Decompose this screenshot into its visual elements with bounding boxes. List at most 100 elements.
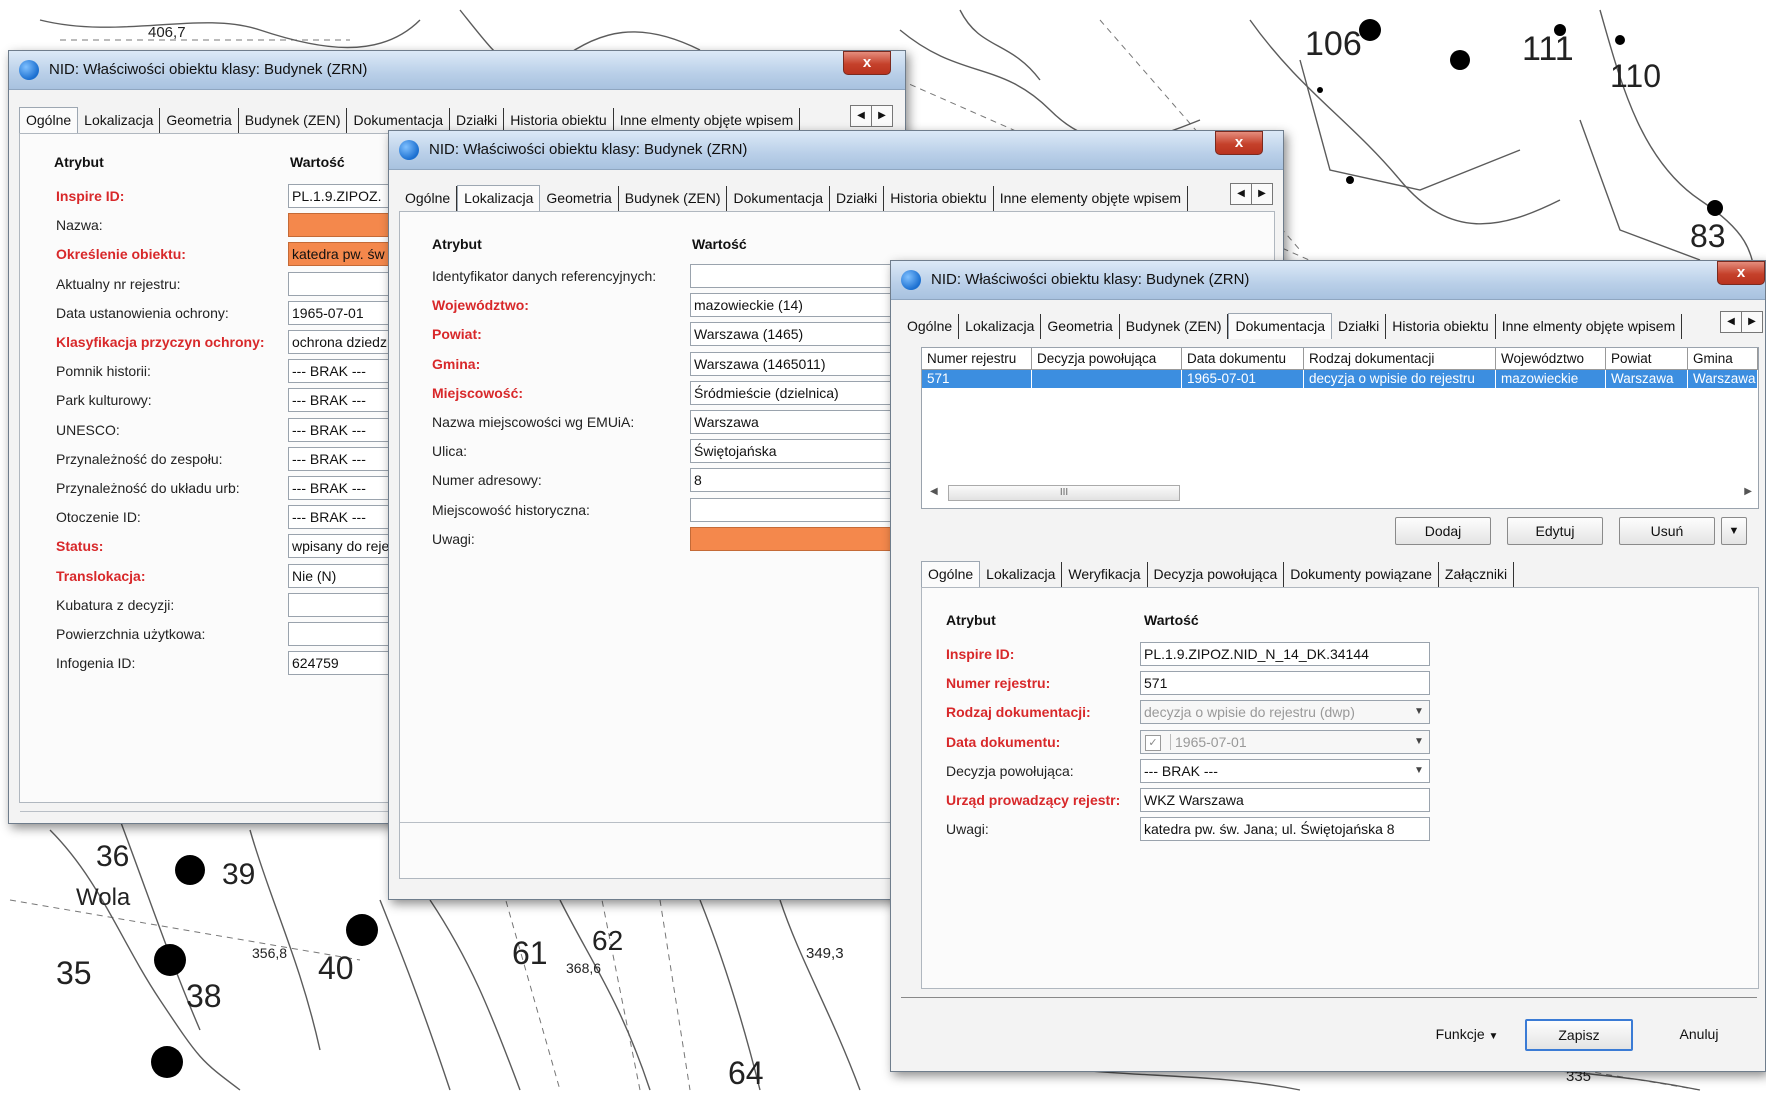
table-row[interactable]: 571 1965-07-01 decyzja o wpisie do rejes… (922, 370, 1758, 388)
column-header[interactable]: Gmina (1688, 348, 1758, 370)
field-value: katedra pw. św. Jana; ul. Świętojańska 8 (1144, 821, 1395, 838)
cancel-button[interactable]: Anuluj (1651, 1021, 1747, 1049)
scroll-right-icon[interactable]: ▶ (1744, 486, 1752, 497)
app-icon (901, 270, 921, 290)
attribute-value-field[interactable]: decyzja o wpisie do rejestru (dwp) ▼ (1140, 700, 1430, 725)
attribute-label: Określenie obiektu: (56, 246, 186, 263)
attribute-value-field[interactable]: ✓ 1965-07-01 ▼ (1140, 729, 1430, 754)
map-label: 110 (1610, 58, 1662, 94)
tab-scroll-right-icon[interactable]: ▶ (1251, 183, 1273, 205)
attribute-value-field[interactable]: --- BRAK --- ▼ (1140, 758, 1430, 783)
tab-parcels[interactable]: Działki (830, 186, 885, 211)
tab-history[interactable]: Historia obiektu (884, 186, 994, 211)
tab-geometry[interactable]: Geometria (1041, 314, 1120, 339)
chevron-down-icon[interactable]: ▼ (1411, 703, 1427, 721)
tab-scroll-right-icon[interactable]: ▶ (1741, 311, 1763, 333)
tab-general[interactable]: Ogólne (901, 314, 960, 339)
field-value: PL.1.9.ZIPOZ. (292, 188, 382, 204)
tab-scroll-right-icon[interactable]: ▶ (871, 105, 893, 127)
chevron-down-icon[interactable]: ▼ (1411, 762, 1427, 780)
column-header[interactable]: Powiat (1606, 348, 1688, 370)
scroll-thumb[interactable]: III (948, 485, 1180, 501)
subtab-general[interactable]: Ogólne (921, 561, 981, 587)
subtab-location[interactable]: Lokalizacja (980, 562, 1063, 587)
attribute-label: Przynależność do układu urb: (56, 480, 240, 496)
attribute-label: Otoczenie ID: (56, 509, 141, 526)
tab-building-zen[interactable]: Budynek (ZEN) (1120, 314, 1229, 339)
map-label: 64 (728, 1055, 764, 1091)
date-checkbox[interactable]: ✓ (1145, 734, 1161, 751)
scroll-left-icon[interactable]: ◀ (930, 486, 938, 497)
field-value: --- BRAK --- (292, 421, 366, 438)
tab-scroll-left-icon[interactable]: ◀ (850, 105, 872, 127)
attribute-label: Rodzaj dokumentacji: (946, 704, 1091, 721)
tab-general[interactable]: Ogólne (19, 107, 79, 133)
attribute-label: Miejscowość: (432, 384, 524, 401)
attribute-value-field[interactable]: PL.1.9.ZIPOZ.NID_N_14_DK.34144 (1140, 642, 1430, 666)
tab-other-elements[interactable]: Inne elementy objęte wpisem (994, 186, 1189, 211)
attribute-label: Aktualny nr rejestru: (56, 275, 181, 292)
subtab-founding-decision[interactable]: Decyzja powołująca (1148, 562, 1285, 587)
attribute-label: Decyzja powołująca: (946, 762, 1074, 779)
horizontal-scrollbar[interactable]: ◀ III ▶ (922, 484, 1758, 502)
close-button[interactable]: x (1215, 131, 1263, 155)
map-label: 40 (318, 950, 354, 986)
tab-parcels[interactable]: Działki (1332, 314, 1387, 339)
attribute-label: Inspire ID: (56, 188, 125, 204)
close-button[interactable]: x (843, 51, 891, 75)
title-bar[interactable]: NID: Właściwości obiektu klasy: Budynek … (891, 261, 1765, 300)
field-value: --- BRAK --- (1144, 762, 1218, 779)
tab-building-zen[interactable]: Budynek (ZEN) (619, 186, 728, 211)
tab-location[interactable]: Lokalizacja (457, 185, 541, 211)
column-header[interactable]: Województwo (1496, 348, 1606, 370)
functions-button[interactable]: Funkcje ▼ (1421, 1021, 1513, 1049)
tab-scroll-left-icon[interactable]: ◀ (1720, 311, 1742, 333)
column-header[interactable]: Rodzaj dokumentacji (1304, 348, 1496, 370)
save-button[interactable]: Zapisz (1525, 1019, 1633, 1051)
field-value: PL.1.9.ZIPOZ.NID_N_14_DK.34144 (1144, 646, 1369, 662)
tab-scroll: ◀ ▶ (1230, 183, 1273, 205)
map-label: Wola (76, 884, 131, 911)
dropdown-icon: ▼ (1488, 1031, 1499, 1042)
subtab-attachments[interactable]: Załączniki (1439, 562, 1515, 587)
tab-geometry[interactable]: Geometria (160, 108, 239, 133)
field-value: Nie (N) (292, 567, 337, 584)
attribute-label: Nazwa: (56, 217, 103, 234)
attribute-label: Infogenia ID: (56, 655, 136, 672)
title-bar[interactable]: NID: Właściwości obiektu klasy: Budynek … (9, 51, 905, 90)
attribute-value-field[interactable]: WKZ Warszawa (1140, 788, 1430, 812)
title-bar[interactable]: NID: Właściwości obiektu klasy: Budynek … (389, 131, 1283, 170)
add-button[interactable]: Dodaj (1395, 517, 1491, 545)
tab-scroll-left-icon[interactable]: ◀ (1230, 183, 1252, 205)
map-label: 62 (592, 925, 624, 956)
chevron-down-icon[interactable]: ▼ (1411, 733, 1427, 751)
more-actions-dropdown-icon[interactable]: ▼ (1721, 517, 1747, 545)
tab-building-zen[interactable]: Budynek (ZEN) (239, 108, 348, 133)
field-value: Warszawa (1465011) (694, 355, 826, 372)
tab-documentation[interactable]: Dokumentacja (727, 186, 830, 211)
subtab-related-documents[interactable]: Dokumenty powiązane (1284, 562, 1439, 587)
close-button[interactable]: x (1717, 261, 1765, 285)
field-value: --- BRAK --- (292, 450, 366, 467)
column-header[interactable]: Numer rejestru (922, 348, 1032, 370)
map-label: 36 (96, 840, 130, 873)
field-value: decyzja o wpisie do rejestru (dwp) (1144, 704, 1355, 721)
column-header[interactable]: Data dokumentu (1182, 348, 1304, 370)
tab-other-elements[interactable]: Inne elmenty objęte wpisem (1496, 314, 1683, 339)
map-label: 368,6 (566, 960, 602, 976)
edit-button[interactable]: Edytuj (1507, 517, 1603, 545)
tab-documentation[interactable]: Dokumentacja (1228, 313, 1332, 339)
tab-history[interactable]: Historia obiektu (1386, 314, 1496, 339)
attribute-label: Przynależność do zespołu: (56, 450, 223, 467)
delete-button[interactable]: Usuń (1619, 517, 1715, 545)
column-value-header: Wartość (692, 236, 747, 252)
attribute-value-field[interactable]: 571 (1140, 671, 1430, 696)
column-header[interactable]: Decyzja powołująca (1032, 348, 1182, 370)
tab-location[interactable]: Lokalizacja (959, 314, 1042, 339)
attribute-value-field[interactable]: katedra pw. św. Jana; ul. Świętojańska 8 (1140, 817, 1430, 842)
tab-geometry[interactable]: Geometria (540, 186, 619, 211)
subtab-verification[interactable]: Weryfikacja (1062, 562, 1148, 587)
map-label: 83 (1690, 218, 1726, 254)
tab-general[interactable]: Ogólne (399, 186, 458, 211)
tab-location[interactable]: Lokalizacja (78, 108, 161, 133)
